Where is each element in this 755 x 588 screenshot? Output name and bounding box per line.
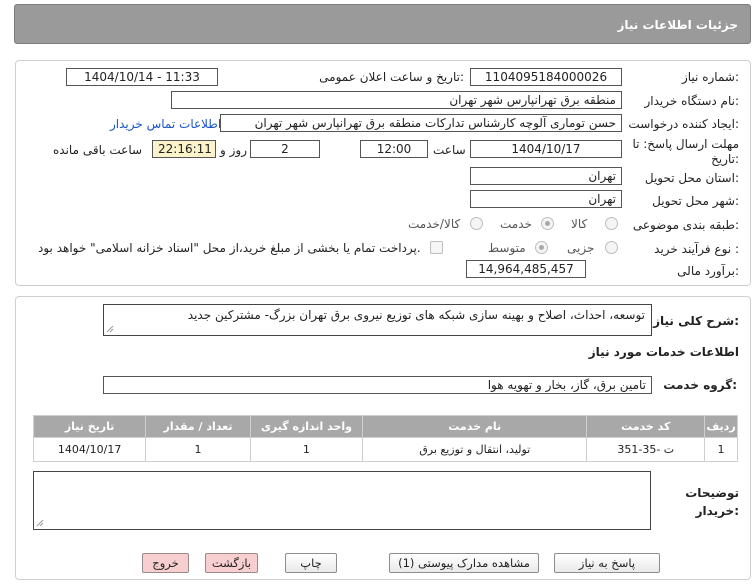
buyer-org-label: نام دستگاه خریدار: xyxy=(644,94,740,108)
budget-label: برآورد مالی: xyxy=(677,264,739,278)
col-header-service-name: نام خدمت xyxy=(362,415,588,438)
cell-quantity: 1 xyxy=(145,437,251,462)
process-type-label: نوع فرآیند خرید : xyxy=(654,242,739,256)
remaining-time-field: 22:16:11 xyxy=(152,140,216,158)
days-remaining-field: 2 xyxy=(250,140,320,158)
treasury-payment-note: پرداخت تمام یا بخشی از مبلغ خرید،از محل … xyxy=(38,241,421,255)
announce-date-field: 1404/10/14 - 11:33 xyxy=(66,68,218,86)
province-label: استان محل تحویل: xyxy=(644,171,739,185)
buyer-notes-label: توضیحات خریدار: xyxy=(685,486,739,518)
cell-unit: 1 xyxy=(249,437,364,462)
exit-button[interactable]: خروج xyxy=(142,553,189,573)
category-service-radio[interactable] xyxy=(541,217,554,230)
city-label: شهر محل تحویل: xyxy=(652,194,739,208)
deadline-label: مهلت ارسال پاسخ: تا تاریخ: xyxy=(632,137,739,166)
cell-service-code: ت -35-351 xyxy=(586,437,706,462)
service-group-field: تامین برق، گاز، بخار و تهویه هوا xyxy=(103,376,652,394)
resize-grip-icon xyxy=(106,325,114,333)
category-goods-radio[interactable] xyxy=(605,217,618,230)
cell-need-date: 1404/10/17 xyxy=(32,437,147,462)
province-field: تهران xyxy=(470,167,622,185)
creator-field: حسن توماری آلوچه کارشناس تدارکات منطقه ب… xyxy=(220,114,622,132)
remaining-time-label: ساعت باقی مانده xyxy=(53,143,143,157)
back-button[interactable]: بازگشت xyxy=(205,553,258,573)
process-medium-label: متوسط xyxy=(488,241,526,255)
cell-service-name: تولید، انتقال و توزیع برق xyxy=(362,437,588,462)
view-attachments-button[interactable]: مشاهده مدارک پیوستی (1) xyxy=(389,553,539,573)
announce-date-label: تاریخ و ساعت اعلان عمومی: xyxy=(319,70,464,84)
col-header-row-number: ردیف xyxy=(704,415,738,438)
services-section-title: اطلاعات خدمات مورد نیاز xyxy=(588,345,739,359)
deadline-time-field: 12:00 xyxy=(360,140,428,158)
col-header-unit: واحد اندازه گیری xyxy=(249,415,364,438)
col-header-quantity: تعداد / مقدار xyxy=(145,415,251,438)
need-number-field: 1104095184000026 xyxy=(470,68,622,86)
category-both-label: کالا/خدمت xyxy=(408,217,461,231)
category-both-radio[interactable] xyxy=(470,217,483,230)
process-small-radio[interactable] xyxy=(605,241,618,254)
deadline-date-field: 1404/10/17 xyxy=(470,140,622,158)
treasury-payment-checkbox[interactable] xyxy=(430,241,443,254)
category-goods-label: کالا xyxy=(571,217,588,231)
process-small-label: جزیی xyxy=(567,241,595,255)
deadline-time-label: ساعت xyxy=(433,143,466,157)
table-row: 1 ت -35-351 تولید، انتقال و توزیع برق 1 … xyxy=(32,437,738,462)
category-label: طبقه بندی موضوعی: xyxy=(632,218,739,232)
reply-to-need-button[interactable]: پاسخ به نیاز xyxy=(554,553,660,573)
services-table-header-row: ردیف کد خدمت نام خدمت واحد اندازه گیری ت… xyxy=(32,415,738,438)
resize-grip-icon xyxy=(36,519,44,527)
category-service-label: خدمت xyxy=(500,217,532,231)
buyer-contact-link[interactable]: اطلاعات تماس خریدار xyxy=(110,117,221,131)
creator-label: ایجاد کننده درخواست: xyxy=(628,117,739,131)
need-description-text: توسعه، احداث، اصلاح و بهینه سازی شبکه ها… xyxy=(187,308,645,322)
services-table: ردیف کد خدمت نام خدمت واحد اندازه گیری ت… xyxy=(32,415,738,462)
budget-field: 14,964,485,457 xyxy=(466,260,586,278)
col-header-need-date: تاریخ نیاز xyxy=(32,415,147,438)
need-number-label: شماره نیاز: xyxy=(681,70,739,84)
page-title: جزئیات اطلاعات نیاز xyxy=(617,18,738,32)
city-field: تهران xyxy=(470,190,622,208)
buyer-org-field: منطقه برق تهرانپارس شهر تهران xyxy=(171,91,622,109)
service-group-label: گروه خدمت: xyxy=(663,378,737,392)
buyer-notes-textarea[interactable] xyxy=(33,471,651,530)
days-label: روز و xyxy=(220,143,247,157)
cell-row-number: 1 xyxy=(704,437,738,462)
need-description-textarea[interactable]: توسعه، احداث، اصلاح و بهینه سازی شبکه ها… xyxy=(103,304,652,336)
print-button[interactable]: چاپ xyxy=(285,553,337,573)
process-medium-radio[interactable] xyxy=(535,241,548,254)
need-description-label: شرح کلی نیاز: xyxy=(653,314,739,328)
col-header-service-code: کد خدمت xyxy=(586,415,706,438)
page-header: جزئیات اطلاعات نیاز xyxy=(14,4,751,44)
